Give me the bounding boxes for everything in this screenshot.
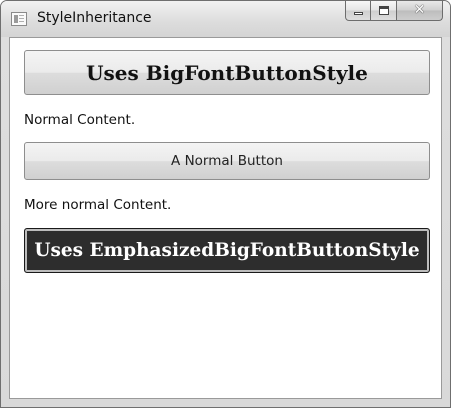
minimize-button[interactable] <box>345 1 371 21</box>
caption-buttons: ✕ <box>345 1 443 21</box>
minimize-icon <box>354 12 363 15</box>
maximize-button[interactable] <box>371 1 397 21</box>
big-font-button-label: Uses BigFontButtonStyle <box>86 60 368 85</box>
big-font-button[interactable]: Uses BigFontButtonStyle <box>24 50 430 95</box>
more-normal-content-text: More normal Content. <box>24 197 172 213</box>
title-bar[interactable]: StyleInheritance ✕ <box>1 1 450 37</box>
window-title: StyleInheritance <box>37 10 152 26</box>
emphasized-button-label: Uses EmphasizedBigFontButtonStyle <box>34 240 420 261</box>
normal-button[interactable]: A Normal Button <box>24 142 430 180</box>
maximize-icon <box>379 6 389 15</box>
emphasized-big-font-button[interactable]: Uses EmphasizedBigFontButtonStyle <box>24 228 430 273</box>
close-icon: ✕ <box>413 2 426 18</box>
window-app-icon[interactable] <box>11 12 27 26</box>
normal-content-text: Normal Content. <box>24 112 136 128</box>
normal-button-label: A Normal Button <box>171 153 283 169</box>
close-button[interactable]: ✕ <box>397 1 443 21</box>
client-area: Uses BigFontButtonStyle Normal Content. … <box>9 37 442 399</box>
app-window: StyleInheritance ✕ Uses BigFontButtonSty… <box>0 0 451 408</box>
